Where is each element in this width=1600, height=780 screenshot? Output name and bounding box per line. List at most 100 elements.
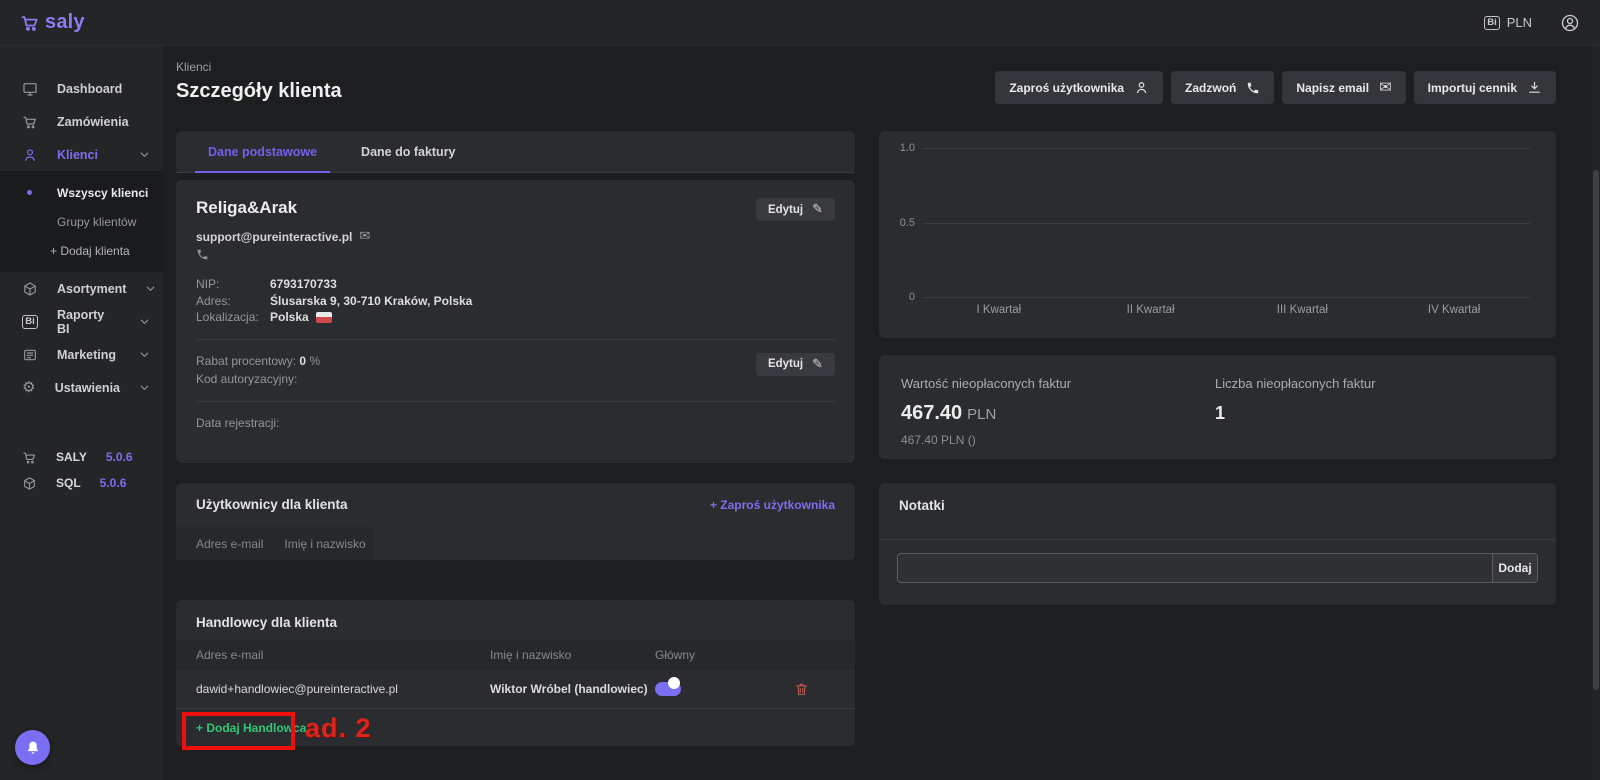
unpaid-value: 467.40: [901, 402, 962, 424]
y-axis-tick: 1.0: [879, 142, 915, 154]
annotation-label: ad. 2: [305, 713, 372, 744]
field-nip: NIP: 6793170733: [196, 276, 835, 293]
discount-unit: %: [309, 354, 320, 368]
page-title: Szczegóły klienta: [176, 80, 342, 103]
scrollbar-thumb[interactable]: [1593, 170, 1599, 690]
note-input[interactable]: [897, 553, 1492, 583]
salesman-name: Wiktor Wróbel (handlowiec): [490, 682, 648, 696]
sidebar-item-marketing[interactable]: Marketing: [0, 338, 163, 371]
registration-date-label: Data rejestracji:: [196, 415, 835, 432]
monitor-icon: [22, 81, 38, 97]
edit-discount-button[interactable]: Edytuj ✎: [756, 353, 835, 376]
bell-icon: [25, 740, 41, 756]
field-lokalizacja: Lokalizacja: Polska: [196, 309, 835, 326]
submenu-item-label: Wszyscy klienci: [57, 186, 148, 200]
tab-dane-do-faktury[interactable]: Dane do faktury: [361, 131, 455, 172]
client-users-card: Użytkownicy dla klienta + Zaproś użytkow…: [176, 483, 855, 560]
version-saly: SALY 5.0.6: [0, 444, 163, 470]
sidebar-item-dodaj-klienta[interactable]: + Dodaj klienta: [0, 236, 163, 265]
write-email-button[interactable]: Napisz email ✉: [1282, 71, 1405, 104]
y-axis-tick: 0.5: [879, 217, 915, 229]
write-email-label: Napisz email: [1296, 81, 1369, 95]
invite-user-button[interactable]: Zaproś użytkownika: [995, 71, 1163, 104]
divider: [196, 339, 835, 340]
main-salesman-toggle[interactable]: [655, 682, 681, 696]
pencil-icon: ✎: [812, 357, 823, 372]
import-pricelist-button[interactable]: Importuj cennik: [1414, 71, 1556, 104]
cube-icon: [22, 476, 37, 491]
client-name: Religa&Arak: [196, 198, 297, 218]
invite-user-label: Zaproś użytkownika: [1009, 81, 1124, 95]
discount-value: 0: [299, 354, 306, 368]
discount-label: Rabat procentowy:: [196, 354, 296, 368]
notes-card: Notatki Dodaj: [879, 483, 1556, 605]
poland-flag-icon: [316, 312, 332, 323]
unpaid-currency: PLN: [967, 406, 996, 423]
sidebar-item-label: Ustawienia: [55, 381, 120, 395]
divider: [879, 539, 1556, 540]
sidebar: Dashboard Zamówienia Klienci Wszyscy: [0, 46, 163, 780]
add-note-button[interactable]: Dodaj: [1492, 553, 1538, 583]
tab-label: Dane podstawowe: [208, 145, 317, 159]
client-details-card: Religa&Arak Edytuj ✎ support@pureinterac…: [176, 180, 855, 463]
users-table-header: Adres e-mail Imię i nazwisko: [176, 527, 374, 560]
sidebar-item-label: Asortyment: [57, 282, 126, 296]
chevron-down-icon: [139, 149, 150, 160]
client-salesmen-card: Handlowcy dla klienta Adres e-mail Imię …: [176, 600, 855, 746]
chevron-down-icon: [139, 316, 150, 327]
call-button[interactable]: Zadzwoń: [1171, 71, 1274, 104]
delete-salesman-icon[interactable]: [794, 682, 809, 697]
chevron-down-icon: [145, 283, 156, 294]
sidebar-item-raporty-bi[interactable]: Bi Raporty BI: [0, 305, 163, 338]
user-profile-icon[interactable]: [1560, 13, 1580, 33]
sidebar-item-dashboard[interactable]: Dashboard: [0, 72, 163, 105]
currency-icon: Bi: [1484, 16, 1500, 30]
salesman-email: dawid+handlowiec@pureinteractive.pl: [196, 682, 398, 696]
version-number: 5.0.6: [100, 476, 127, 490]
cart-icon: [22, 114, 38, 130]
column-header: Imię i nazwisko: [284, 537, 365, 551]
envelope-icon: ✉: [359, 229, 370, 244]
auth-code-label: Kod autoryzacyjny:: [196, 371, 320, 388]
y-axis-tick: 0: [879, 291, 915, 303]
tab-label: Dane do faktury: [361, 145, 455, 159]
field-value: Ślusarska 9, 30-710 Kraków, Polska: [270, 293, 472, 310]
client-email[interactable]: support@pureinteractive.pl: [196, 230, 352, 244]
breadcrumb[interactable]: Klienci: [176, 60, 342, 74]
edit-label: Edytuj: [768, 358, 803, 370]
sidebar-item-grupy-klientow[interactable]: Grupy klientów: [0, 207, 163, 236]
invite-user-link[interactable]: + Zaproś użytkownika: [710, 498, 835, 512]
chevron-down-icon: [139, 382, 150, 393]
notifications-fab[interactable]: [15, 730, 50, 765]
sidebar-item-ustawienia[interactable]: ⚙ Ustawienia: [0, 371, 163, 404]
submenu-item-label: Grupy klientów: [57, 215, 136, 229]
sidebar-item-zamowienia[interactable]: Zamówienia: [0, 105, 163, 138]
gear-icon: ⚙: [22, 380, 36, 395]
unpaid-invoices-card: Wartość nieopłaconych faktur 467.40PLN 4…: [879, 355, 1556, 459]
column-header: Imię i nazwisko: [490, 648, 571, 662]
sidebar-item-wszyscy-klienci[interactable]: Wszyscy klienci: [0, 178, 163, 207]
field-value: Polska: [270, 309, 309, 326]
field-label: Adres:: [196, 293, 270, 310]
x-axis-tick: II Kwartał: [1075, 304, 1227, 316]
gridline: [923, 297, 1530, 298]
topbar: saly Bi PLN: [0, 0, 1600, 46]
tab-dane-podstawowe[interactable]: Dane podstawowe: [208, 131, 317, 172]
add-note-label: Dodaj: [1498, 561, 1531, 575]
salesmen-table-header: Adres e-mail Imię i nazwisko Główny: [176, 640, 855, 670]
sidebar-item-asortyment[interactable]: Asortyment: [0, 272, 163, 305]
gridline: [923, 148, 1530, 149]
download-icon: [1527, 80, 1542, 95]
unpaid-count-label: Liczba nieopłaconych faktur: [1215, 376, 1375, 391]
discount-row: Rabat procentowy: 0 %: [196, 353, 320, 370]
version-label: SALY: [56, 450, 87, 464]
app-logo[interactable]: saly: [20, 11, 85, 34]
quarterly-chart-card: 1.0 0.5 0 I Kwartał II Kwartał III Kwart…: [879, 131, 1556, 338]
currency-selector[interactable]: Bi PLN: [1484, 15, 1532, 30]
edit-client-button[interactable]: Edytuj ✎: [756, 198, 835, 221]
app-window: saly Bi PLN Dashboard: [0, 0, 1600, 780]
sidebar-item-klienci[interactable]: Klienci: [0, 138, 163, 171]
unpaid-count-value: 1: [1215, 403, 1375, 424]
version-sql: SQL 5.0.6: [0, 470, 163, 496]
unpaid-value-label: Wartość nieopłaconych faktur: [901, 376, 1071, 391]
